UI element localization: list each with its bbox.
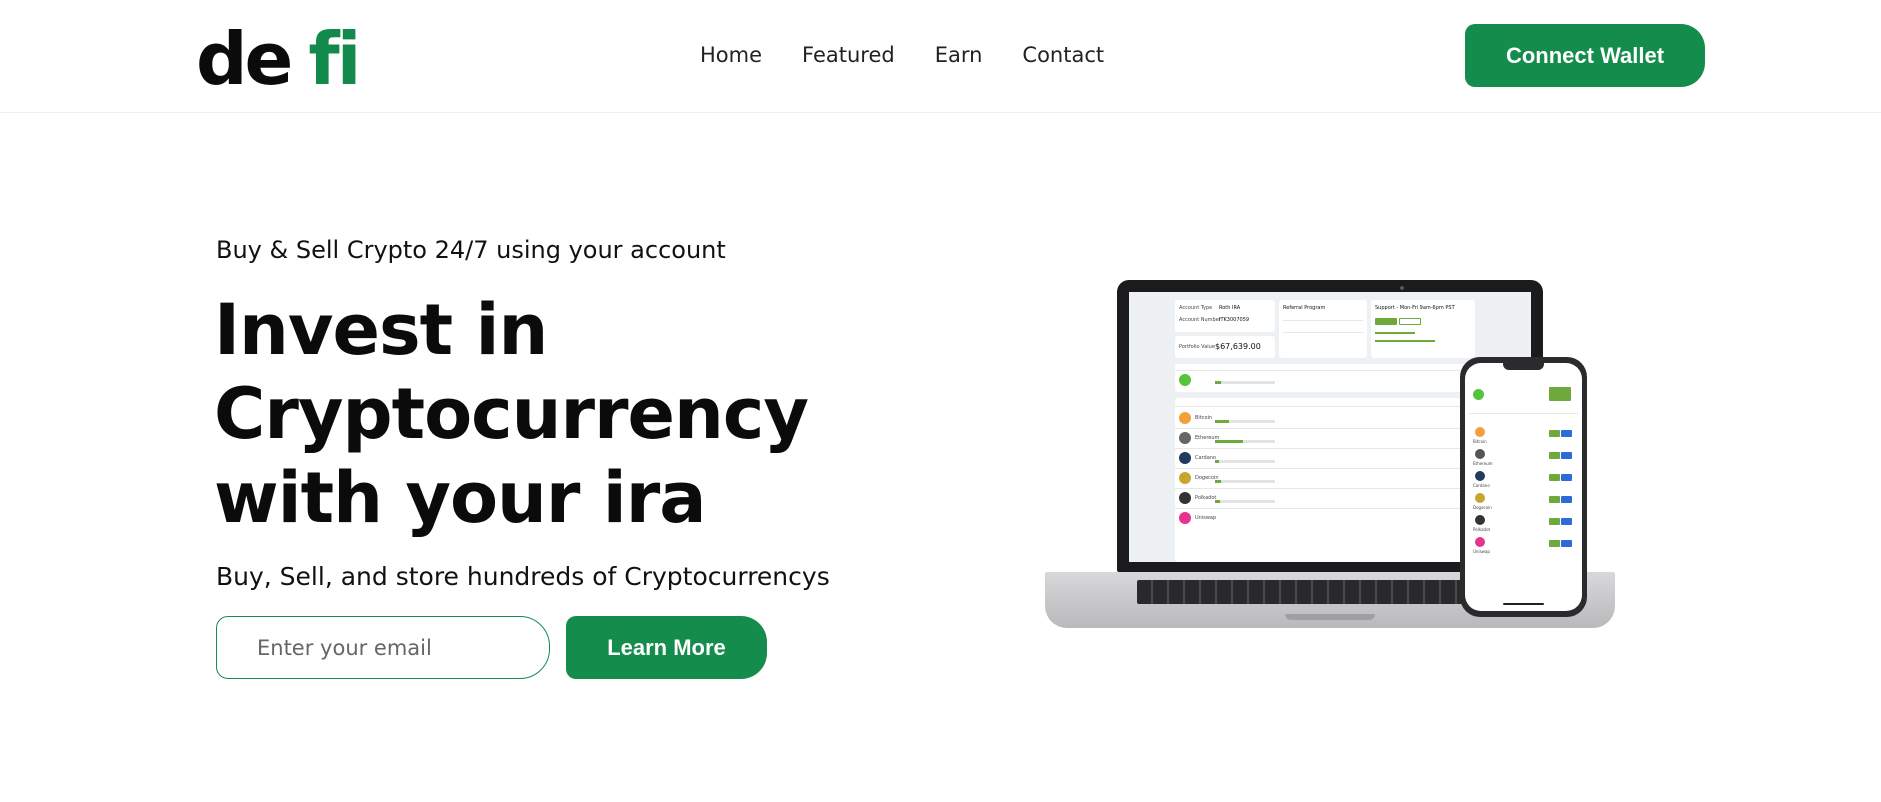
account-card: Account Type Roth IRA Account Number ITK… <box>1175 300 1275 332</box>
site-header: de fi Home Featured Earn Contact Connect … <box>0 0 1881 113</box>
sell-button <box>1561 452 1572 459</box>
polkadot-icon <box>1475 515 1485 525</box>
bar <box>1215 460 1275 463</box>
buy-button <box>1549 452 1560 459</box>
dollar-icon <box>1473 389 1484 400</box>
bar-fill <box>1215 500 1220 503</box>
laptop-notch <box>1285 614 1375 620</box>
account-number-label: Account Number <box>1179 317 1221 323</box>
ethereum-icon <box>1475 449 1485 459</box>
divider <box>1469 413 1578 414</box>
cardano-icon <box>1475 471 1485 481</box>
cash-row <box>1175 364 1475 392</box>
asset-polkadot: Polkadot <box>1195 495 1217 501</box>
logo-text-de: de <box>196 17 293 101</box>
bar-fill <box>1215 440 1243 443</box>
sell-button <box>1561 474 1572 481</box>
support-label: Support - Mon-Fri 9am-6pm PST <box>1375 305 1455 311</box>
referral-card: Referral Program <box>1279 300 1367 358</box>
divider <box>1283 332 1363 333</box>
phone-notch <box>1503 363 1544 370</box>
dogecoin-icon <box>1475 493 1485 503</box>
account-type-value: Roth IRA <box>1219 305 1241 311</box>
assets-table: Bitcoin Ethereum Cardano Dogecoin Polkad… <box>1175 398 1475 562</box>
main-nav: Home Featured Earn Contact <box>700 40 1144 70</box>
divider <box>1175 428 1475 429</box>
phone-asset-cardano: Cardano <box>1473 483 1490 488</box>
allocation-bar <box>1215 381 1275 384</box>
phone-asset-dogecoin: Dogecoin <box>1473 505 1492 510</box>
referral-label: Referral Program <box>1283 305 1326 311</box>
logo-text-fi: fi <box>308 17 361 101</box>
account-number-value: ITK3007059 <box>1219 317 1250 323</box>
home-indicator <box>1503 603 1544 605</box>
headline-line-3: with your ira <box>214 457 707 539</box>
portfolio-card: Portfolio Value $67,639.00 <box>1175 336 1275 358</box>
buy-button <box>1549 496 1560 503</box>
buy-button <box>1549 474 1560 481</box>
support-button-1 <box>1375 318 1397 325</box>
divider <box>1175 508 1475 509</box>
hero-subline: Buy, Sell, and store hundreds of Cryptoc… <box>216 562 830 591</box>
ethereum-icon <box>1179 432 1191 444</box>
headline-line-2: Cryptocurrency <box>214 373 809 455</box>
bitcoin-icon <box>1475 427 1485 437</box>
support-link-2 <box>1375 340 1435 342</box>
logo[interactable]: de fi <box>196 14 361 104</box>
camera-dot <box>1400 286 1404 290</box>
cardano-icon <box>1179 452 1191 464</box>
divider <box>1175 448 1475 449</box>
asset-bitcoin: Bitcoin <box>1195 415 1213 421</box>
phone-asset-uniswap: Uniswap <box>1473 549 1490 554</box>
divider <box>1175 468 1475 469</box>
table-header-line <box>1175 406 1475 407</box>
sell-button <box>1561 430 1572 437</box>
bar-fill <box>1215 480 1221 483</box>
support-card: Support - Mon-Fri 9am-6pm PST <box>1371 300 1475 358</box>
dollar-icon <box>1179 374 1191 386</box>
sell-button <box>1561 518 1572 525</box>
account-type-label: Account Type <box>1179 305 1213 311</box>
sell-button <box>1561 540 1572 547</box>
email-input[interactable] <box>216 616 550 679</box>
phone-asset-ethereum: Ethereum <box>1473 461 1493 466</box>
bar <box>1215 480 1275 483</box>
asset-cardano: Cardano <box>1195 455 1216 461</box>
polkadot-icon <box>1179 492 1191 504</box>
learn-more-button[interactable]: Learn More <box>566 616 767 679</box>
divider <box>1283 320 1363 321</box>
bitcoin-icon <box>1179 412 1191 424</box>
headline-line-1: Invest in <box>214 289 548 371</box>
portfolio-value: $67,639.00 <box>1215 342 1261 351</box>
add-funds-button <box>1549 387 1571 401</box>
uniswap-icon <box>1475 537 1485 547</box>
buy-button <box>1549 518 1560 525</box>
divider <box>1175 488 1475 489</box>
allocation-fill <box>1215 381 1221 384</box>
nav-featured-link[interactable]: Featured <box>802 40 895 70</box>
bar-fill <box>1215 420 1229 423</box>
hero-eyebrow: Buy & Sell Crypto 24/7 using your accoun… <box>216 236 726 264</box>
support-link-1 <box>1375 332 1415 334</box>
buy-button <box>1549 540 1560 547</box>
bar <box>1215 500 1275 503</box>
phone-screen: Bitcoin Ethereum Cardano Dogecoin Polkad… <box>1465 363 1582 611</box>
connect-wallet-button[interactable]: Connect Wallet <box>1465 24 1705 87</box>
uniswap-icon <box>1179 512 1191 524</box>
phone-asset-bitcoin: Bitcoin <box>1473 439 1487 444</box>
buy-button <box>1549 430 1560 437</box>
nav-earn-link[interactable]: Earn <box>935 40 983 70</box>
bar-fill <box>1215 460 1219 463</box>
phone-mockup: Bitcoin Ethereum Cardano Dogecoin Polkad… <box>1460 357 1587 617</box>
nav-contact-link[interactable]: Contact <box>1022 40 1104 70</box>
asset-uniswap: Uniswap <box>1195 515 1217 521</box>
phone-asset-polkadot: Polkadot <box>1473 527 1491 532</box>
hero-headline: Invest in Cryptocurrency with your ira <box>214 288 854 540</box>
portfolio-label: Portfolio Value <box>1179 344 1215 350</box>
dogecoin-icon <box>1179 472 1191 484</box>
support-button-2 <box>1399 318 1421 325</box>
sell-button <box>1561 496 1572 503</box>
divider <box>1175 370 1475 371</box>
nav-home-link[interactable]: Home <box>700 40 762 70</box>
